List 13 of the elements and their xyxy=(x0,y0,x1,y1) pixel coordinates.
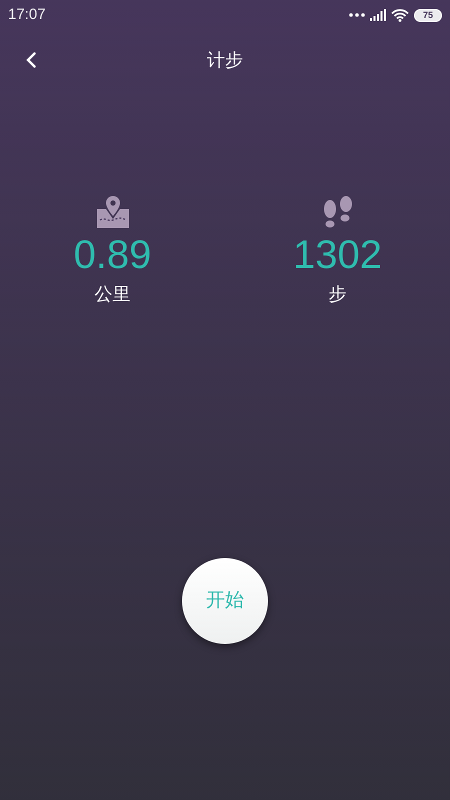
page-title: 计步 xyxy=(207,48,243,72)
stat-value: 0.89 xyxy=(74,232,152,279)
stat-value: 1302 xyxy=(293,232,382,279)
wifi-icon xyxy=(391,8,409,22)
status-time: 17:07 xyxy=(8,4,46,25)
signal-icon xyxy=(370,9,386,21)
battery-icon: 75 xyxy=(414,8,442,22)
back-icon xyxy=(26,52,36,68)
more-dots-icon xyxy=(349,13,365,17)
stat-unit: 公里 xyxy=(94,283,130,306)
stat-unit: 步 xyxy=(328,283,346,306)
map-pin-icon xyxy=(96,195,130,229)
start-button[interactable]: 开始 xyxy=(182,558,268,644)
